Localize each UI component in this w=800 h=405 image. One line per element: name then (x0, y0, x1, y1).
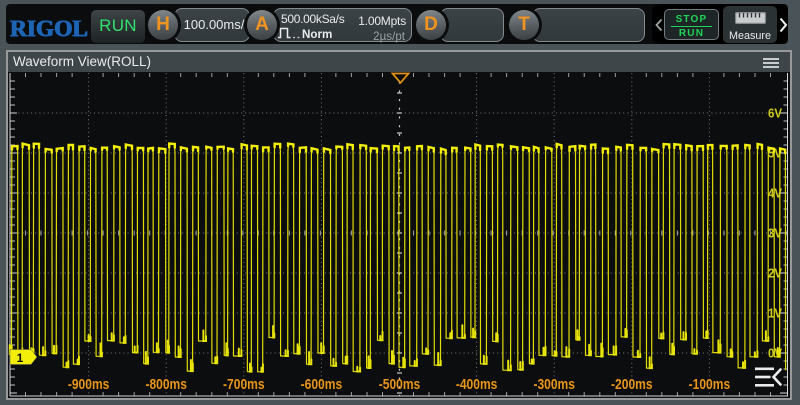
svg-text:-100ms: -100ms (689, 377, 731, 393)
svg-text:-600ms: -600ms (301, 377, 343, 393)
svg-text:-800ms: -800ms (145, 377, 187, 393)
svg-text:-200ms: -200ms (611, 377, 653, 393)
svg-text:-300ms: -300ms (533, 377, 575, 393)
svg-text:-500ms: -500ms (379, 377, 421, 393)
svg-text:-400ms: -400ms (456, 377, 498, 393)
svg-text:6V: 6V (768, 106, 782, 121)
svg-text:1: 1 (17, 351, 24, 365)
svg-text:-700ms: -700ms (223, 377, 265, 393)
svg-text:-900ms: -900ms (68, 377, 110, 393)
